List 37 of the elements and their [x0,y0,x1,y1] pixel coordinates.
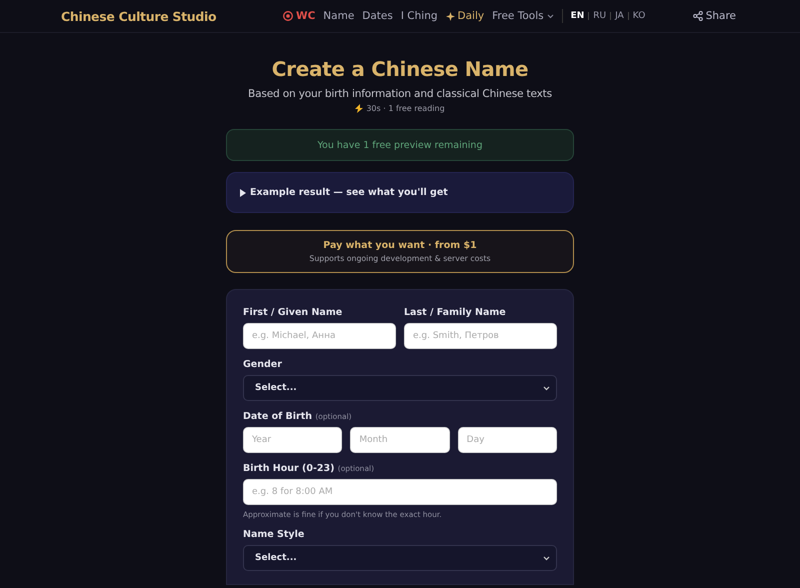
pricing-title: Pay what you want · from $1 [323,240,477,251]
input-field[interactable]: Year [243,427,342,453]
field-label: Gender [243,359,283,370]
preview-notice: You have 1 free preview remaining [226,129,574,161]
nav-link[interactable]: I Ching [400,10,438,22]
example-toggle[interactable]: Example result — see what you'll get [226,172,574,213]
input-field[interactable]: Month [350,427,450,453]
page-subtitle: Based on your birth information and classical Chinese texts [247,88,553,100]
sparkle-icon [446,12,455,20]
language-link[interactable]: KO [632,11,646,21]
chevron-icon [543,386,550,390]
page-title: Create a Chinese Name [270,57,530,81]
nav-link[interactable]: Daily [446,10,484,22]
brand-title: Chinese Culture Studio [61,8,218,24]
field-label: Last / Family Name [404,307,507,318]
nav-link[interactable]: WC [283,10,316,22]
input-field[interactable]: e.g. 8 for 8:00 AM [243,479,557,505]
share-link[interactable]: Share [692,10,736,22]
caret-icon [546,14,554,18]
field-label: Name Style [243,529,306,540]
nav-link[interactable]: Dates [362,10,393,22]
share-icon [692,11,703,21]
field-label: First / Given Name [243,307,344,318]
input-field[interactable]: Day [458,427,557,453]
input-field[interactable]: e.g. Michael, Анна [243,323,396,349]
triangle-icon [240,188,247,196]
chevron-icon [543,556,550,560]
nav-link[interactable]: Name [323,10,354,22]
nav-link[interactable]: Free Tools [492,10,554,22]
language-link[interactable]: RU [593,11,606,21]
reading-info: 30s · 1 free reading [366,104,445,113]
lightning-icon [355,104,364,113]
language-link[interactable]: JA [615,11,624,21]
input-field[interactable]: e.g. Smith, Петров [404,323,557,349]
select-dropdown[interactable]: Select... [243,545,557,571]
language-link[interactable]: EN [570,11,584,21]
select-dropdown[interactable]: Select... [243,375,557,401]
